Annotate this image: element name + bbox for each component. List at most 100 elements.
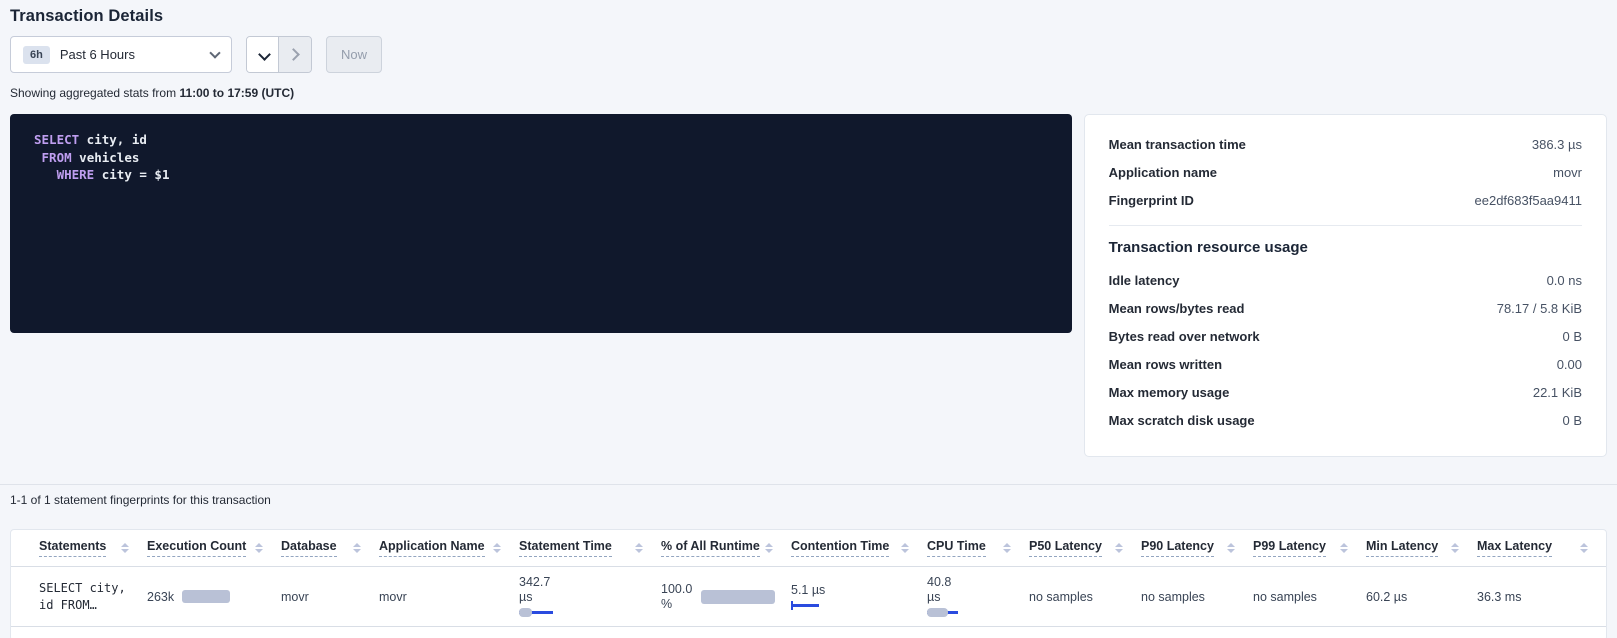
- sort-icon: [635, 543, 643, 553]
- summary-row: Fingerprint ID ee2df683f5aa9411: [1109, 186, 1582, 214]
- resource-label: Mean rows written: [1109, 357, 1222, 372]
- resource-row: Mean rows written 0.00: [1109, 350, 1582, 378]
- resource-usage-title: Transaction resource usage: [1109, 239, 1582, 256]
- statement-time-cell: 342.7 µs: [519, 567, 661, 626]
- resource-label: Mean rows/bytes read: [1109, 301, 1245, 316]
- pct-runtime-cell: 100.0 %: [661, 567, 791, 626]
- summary-row: Mean transaction time 386.3 µs: [1109, 130, 1582, 158]
- application-name-cell: movr: [379, 567, 519, 626]
- max-latency-cell: 36.3 ms: [1477, 567, 1606, 626]
- column-header-p50-latency[interactable]: P50 Latency: [1029, 530, 1141, 566]
- sort-icon: [901, 543, 909, 553]
- execution-count-value: 263k: [147, 590, 174, 604]
- sql-text: city = $1: [94, 167, 169, 182]
- resource-value: 0.0 ns: [1547, 273, 1582, 288]
- resource-row: Idle latency 0.0 ns: [1109, 266, 1582, 294]
- column-header-statements[interactable]: Statements: [39, 530, 147, 566]
- cpu-time-value: 40.8: [927, 575, 951, 590]
- column-header-statement-time[interactable]: Statement Time: [519, 530, 661, 566]
- statement-link[interactable]: SELECT city, id FROM…: [39, 580, 126, 614]
- resource-value: 22.1 KiB: [1533, 385, 1582, 400]
- sql-statement-box: SELECT city, id FROM vehicles WHERE city…: [10, 114, 1072, 333]
- aggregated-stats-prefix: Showing aggregated stats from: [10, 86, 179, 100]
- database-cell: movr: [281, 567, 379, 626]
- aggregated-stats-range: 11:00 to 17:59 (UTC): [179, 86, 294, 100]
- statement-time-value: 342.7: [519, 575, 550, 590]
- sort-icon: [353, 543, 361, 553]
- summary-label: Mean transaction time: [1109, 137, 1246, 152]
- resource-value: 78.17 / 5.8 KiB: [1497, 301, 1582, 316]
- pct-runtime-bar: [701, 590, 775, 604]
- sql-keyword: FROM: [42, 150, 72, 165]
- resource-label: Max memory usage: [1109, 385, 1230, 400]
- column-header-min-latency[interactable]: Min Latency: [1366, 530, 1477, 566]
- contention-time-cell: 5.1 µs: [791, 567, 927, 626]
- pct-runtime-unit: %: [661, 597, 672, 612]
- prev-time-button[interactable]: [247, 37, 279, 72]
- statement-cell[interactable]: SELECT city, id FROM…: [39, 567, 147, 626]
- statements-count-caption: 1-1 of 1 statement fingerprints for this…: [0, 485, 1617, 507]
- column-header-p99-latency[interactable]: P99 Latency: [1253, 530, 1366, 566]
- sql-text: vehicles: [72, 150, 140, 165]
- summary-label: Application name: [1109, 165, 1217, 180]
- cpu-time-bar: [927, 608, 977, 618]
- sort-icon: [1451, 543, 1459, 553]
- column-header-cpu-time[interactable]: CPU Time: [927, 530, 1029, 566]
- column-header-pct-runtime[interactable]: % of All Runtime: [661, 530, 791, 566]
- time-range-badge: 6h: [23, 46, 50, 64]
- resource-label: Max scratch disk usage: [1109, 413, 1255, 428]
- p90-latency-cell: no samples: [1141, 567, 1253, 626]
- resource-label: Idle latency: [1109, 273, 1180, 288]
- summary-label: Fingerprint ID: [1109, 193, 1194, 208]
- summary-value: movr: [1553, 165, 1582, 180]
- aggregated-stats-caption: Showing aggregated stats from 11:00 to 1…: [10, 86, 1607, 100]
- min-latency-cell: 60.2 µs: [1366, 567, 1477, 626]
- column-header-execution-count[interactable]: Execution Count: [147, 530, 281, 566]
- resource-value: 0 B: [1562, 413, 1582, 428]
- resource-value: 0 B: [1562, 329, 1582, 344]
- column-header-p90-latency[interactable]: P90 Latency: [1141, 530, 1253, 566]
- sort-icon: [1115, 543, 1123, 553]
- resource-row: Max scratch disk usage 0 B: [1109, 406, 1582, 434]
- time-controls: 6h Past 6 Hours Now: [10, 36, 1607, 73]
- transaction-summary-card: Mean transaction time 386.3 µs Applicati…: [1084, 114, 1607, 457]
- next-time-button[interactable]: [279, 37, 311, 72]
- resource-row: Bytes read over network 0 B: [1109, 322, 1582, 350]
- column-header-contention-time[interactable]: Contention Time: [791, 530, 927, 566]
- sort-icon: [765, 543, 773, 553]
- resource-row: Max memory usage 22.1 KiB: [1109, 378, 1582, 406]
- sort-icon: [1340, 543, 1348, 553]
- column-header-max-latency[interactable]: Max Latency: [1477, 530, 1606, 566]
- time-range-label: Past 6 Hours: [60, 47, 201, 62]
- p99-latency-cell: no samples: [1253, 567, 1366, 626]
- details-content: SELECT city, id FROM vehicles WHERE city…: [0, 114, 1617, 457]
- execution-count-cell: 263k: [147, 567, 281, 626]
- statement-row: SELECT city, id FROM… 263k movr movr 342…: [11, 567, 1606, 627]
- sort-icon: [1580, 543, 1588, 553]
- time-range-dropdown[interactable]: 6h Past 6 Hours: [10, 36, 232, 73]
- chevron-left-icon: [258, 48, 271, 61]
- summary-value: 386.3 µs: [1532, 137, 1582, 152]
- column-header-application-name[interactable]: Application Name: [379, 530, 519, 566]
- cpu-time-cell: 40.8 µs: [927, 567, 1029, 626]
- sql-line: FROM vehicles: [34, 149, 1048, 167]
- now-button[interactable]: Now: [326, 36, 382, 73]
- resource-row: Mean rows/bytes read 78.17 / 5.8 KiB: [1109, 294, 1582, 322]
- column-header-database[interactable]: Database: [281, 530, 379, 566]
- sort-icon: [493, 543, 501, 553]
- contention-time-value: 5.1 µs: [791, 583, 825, 598]
- summary-row: Application name movr: [1109, 158, 1582, 186]
- sql-keyword: SELECT: [34, 132, 79, 147]
- p50-latency-cell: no samples: [1029, 567, 1141, 626]
- resource-value: 0.00: [1557, 357, 1582, 372]
- summary-divider: [1109, 225, 1582, 226]
- contention-time-bar: [791, 601, 841, 611]
- sort-icon: [255, 543, 263, 553]
- sql-line: SELECT city, id: [34, 131, 1048, 149]
- page-header: Transaction Details 6h Past 6 Hours Now …: [0, 0, 1617, 100]
- resource-label: Bytes read over network: [1109, 329, 1260, 344]
- statement-time-bar: [519, 608, 569, 618]
- pct-runtime-value: 100.0: [661, 582, 692, 597]
- sort-icon: [1003, 543, 1011, 553]
- statement-time-unit: µs: [519, 590, 532, 605]
